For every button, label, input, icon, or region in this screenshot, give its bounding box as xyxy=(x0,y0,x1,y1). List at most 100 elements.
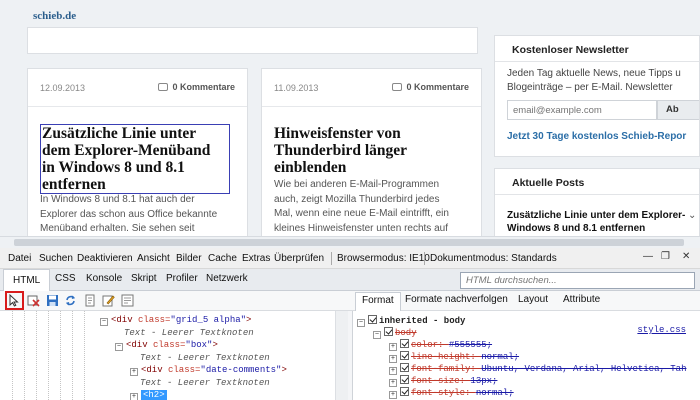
newsletter-widget: Kostenloser Newsletter Jeden Tag aktuell… xyxy=(494,35,700,157)
tree-guide xyxy=(72,311,73,400)
tab-konsole[interactable]: Konsole xyxy=(86,273,122,284)
expand-icon[interactable]: + xyxy=(130,368,138,376)
expand-icon[interactable]: + xyxy=(130,393,138,400)
tab-html[interactable]: HTML xyxy=(3,269,51,291)
expand-icon[interactable]: + xyxy=(389,355,397,363)
save-icon[interactable] xyxy=(46,294,59,307)
horizontal-scrollbar[interactable] xyxy=(0,236,700,248)
article-comments[interactable]: 0 Kommentare xyxy=(158,82,235,92)
checkbox[interactable] xyxy=(400,339,409,348)
dom-scrollbar[interactable] xyxy=(335,311,348,400)
devtools-toolbar: Format Formate nachverfolgen Layout Attr… xyxy=(0,291,700,311)
css-property[interactable]: + line-height: normal; xyxy=(389,351,519,363)
undock-icon[interactable]: ❐ xyxy=(661,251,670,262)
text-node[interactable]: Text - Leerer Textknoten xyxy=(124,328,254,338)
browser-mode[interactable]: Browsermodus: IE10 xyxy=(337,253,430,264)
title-line: Hinweisfenster von xyxy=(274,125,401,142)
attr-name: class= xyxy=(162,365,201,375)
article-card: 11.09.2013 0 Kommentare Hinweisfenster v… xyxy=(261,68,482,248)
divider xyxy=(28,106,247,107)
text-node[interactable]: Text - Leerer Textknoten xyxy=(140,378,270,388)
vertical-scrollbar[interactable]: ⌄ xyxy=(686,0,700,248)
dom-node[interactable]: − <div class="grid_5 alpha"> xyxy=(100,315,251,326)
title-line: entfernen xyxy=(42,176,106,193)
expand-icon[interactable]: + xyxy=(389,367,397,375)
comment-icon xyxy=(158,83,169,91)
title-line: Thunderbird länger xyxy=(274,142,408,159)
collapse-icon[interactable]: − xyxy=(100,318,108,326)
email-field[interactable] xyxy=(507,100,657,120)
refresh-icon[interactable] xyxy=(64,294,77,307)
stylesheet-link[interactable]: style.css xyxy=(637,325,686,335)
menu-extras[interactable]: Extras xyxy=(242,253,270,264)
attr-value: "date-comments" xyxy=(200,365,282,375)
title-line: in Windows 8 und 8.1 xyxy=(42,159,185,176)
site-name[interactable]: schieb.de xyxy=(33,10,76,22)
recent-post-link[interactable]: Zusätzliche Linie unter dem Explorer- Wi… xyxy=(507,209,687,235)
title-line: dem Explorer-Menüband xyxy=(42,142,211,159)
checkbox[interactable] xyxy=(400,375,409,384)
menu-deaktivieren[interactable]: Deaktivieren xyxy=(77,253,133,264)
comments-count: 0 Kommentare xyxy=(172,82,235,92)
word-wrap-icon[interactable] xyxy=(121,294,134,307)
collapse-icon[interactable]: − xyxy=(357,319,365,327)
expand-icon[interactable]: + xyxy=(389,379,397,387)
dom-node-selected[interactable]: + <h2> xyxy=(130,390,167,400)
article-comments[interactable]: 0 Kommentare xyxy=(392,82,469,92)
inherited-label: inherited - body xyxy=(379,316,466,326)
edit-icon[interactable] xyxy=(102,294,115,307)
text-node[interactable]: Text - Leerer Textknoten xyxy=(140,353,270,363)
excerpt-line: kleines Hinweisfenster unten rechts auf xyxy=(274,222,448,234)
menu-cache[interactable]: Cache xyxy=(208,253,237,264)
css-property[interactable]: + font-family: Ubuntu, Verdana, Arial, He… xyxy=(389,363,686,375)
tab-netzwerk[interactable]: Netzwerk xyxy=(206,273,248,284)
scrollbar-thumb[interactable] xyxy=(14,239,684,246)
dom-tree-icon[interactable] xyxy=(84,294,97,307)
css-property[interactable]: + font-style: normal; xyxy=(389,387,514,399)
inherited-rule[interactable]: − inherited - body xyxy=(357,315,465,327)
tab-layout[interactable]: Layout xyxy=(518,294,548,305)
expand-icon[interactable]: + xyxy=(389,343,397,351)
menu-bilder[interactable]: Bilder xyxy=(176,253,202,264)
tag-close: > xyxy=(212,340,218,350)
close-icon[interactable]: ✕ xyxy=(682,251,690,262)
chevron-down-icon[interactable]: ⌄ xyxy=(688,210,696,221)
property-name: font-family xyxy=(411,364,471,374)
css-property[interactable]: + color: #555555; xyxy=(389,339,492,351)
checkbox[interactable] xyxy=(400,351,409,360)
collapse-icon[interactable]: − xyxy=(373,331,381,339)
menu-ansicht[interactable]: Ansicht xyxy=(137,253,170,264)
html-search-input[interactable] xyxy=(460,272,695,289)
tab-attribute[interactable]: Attribute xyxy=(563,294,600,305)
dom-node[interactable]: + <div class="date-comments"> xyxy=(130,365,287,376)
tab-css[interactable]: CSS xyxy=(55,273,76,284)
dom-node[interactable]: − <div class="box"> xyxy=(115,340,218,351)
tab-formate-nachverfolgen[interactable]: Formate nachverfolgen xyxy=(405,294,508,305)
tab-profiler[interactable]: Profiler xyxy=(166,273,198,284)
header-box xyxy=(27,27,478,54)
document-mode[interactable]: Dokumentmodus: Standards xyxy=(430,253,557,264)
tab-format[interactable]: Format xyxy=(355,292,401,311)
excerpt-line: Wie bei anderen E-Mail-Programmen xyxy=(274,179,440,190)
checkbox[interactable] xyxy=(400,387,409,396)
menu-datei[interactable]: Datei xyxy=(8,253,31,264)
collapse-icon[interactable]: − xyxy=(115,343,123,351)
menu-suchen[interactable]: Suchen xyxy=(39,253,73,264)
clear-outlines-icon[interactable] xyxy=(27,294,40,307)
article-excerpt: Wie bei anderen E-Mail-Programmen auch, … xyxy=(274,178,474,236)
checkbox[interactable] xyxy=(400,363,409,372)
select-element-icon[interactable] xyxy=(5,291,24,310)
article-title[interactable]: Zusätzliche Linie unter dem Explorer-Men… xyxy=(40,124,230,194)
checkbox[interactable] xyxy=(368,315,377,324)
minimize-icon[interactable]: — xyxy=(643,251,653,262)
tree-guide xyxy=(48,311,49,400)
checkbox[interactable] xyxy=(384,327,393,336)
expand-icon[interactable]: + xyxy=(389,391,397,399)
article-title[interactable]: Hinweisfenster von Thunderbird länger ei… xyxy=(274,125,472,176)
tab-skript[interactable]: Skript xyxy=(131,273,157,284)
css-property[interactable]: + font-size: 13px; xyxy=(389,375,497,387)
menu-divider xyxy=(331,252,332,265)
trial-link[interactable]: Jetzt 30 Tage kostenlos Schieb-Repor xyxy=(507,131,686,142)
css-rule[interactable]: − body xyxy=(373,327,417,339)
menu-ueberpruefen[interactable]: Überprüfen xyxy=(274,253,324,264)
